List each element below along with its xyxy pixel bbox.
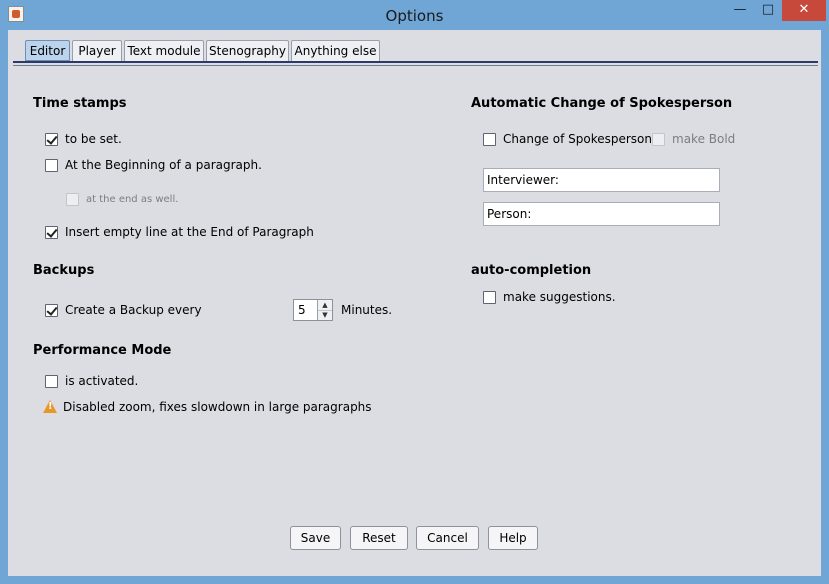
- create-backup-label: Create a Backup every: [65, 303, 202, 317]
- tab-stenography[interactable]: Stenography: [206, 40, 289, 61]
- insert-empty-line-option[interactable]: Insert empty line at the End of Paragrap…: [45, 224, 314, 240]
- change-spokesperson-checkbox[interactable]: [483, 132, 496, 146]
- is-activated-option[interactable]: is activated.: [45, 373, 138, 389]
- person-field[interactable]: Person:: [483, 202, 720, 226]
- dialog-content: Editor Player Text module Stenography An…: [8, 30, 821, 576]
- beginning-paragraph-label: At the Beginning of a paragraph.: [65, 158, 262, 172]
- to-be-set-option[interactable]: to be set.: [45, 131, 122, 147]
- spinner-arrows: ▲ ▼: [317, 300, 332, 320]
- warning-icon: [43, 400, 58, 414]
- change-spokesperson-label: Change of Spokesperson: [503, 132, 653, 146]
- tab-divider-secondary: [13, 65, 818, 66]
- end-as-well-label: at the end as well.: [86, 193, 179, 205]
- make-bold-checkbox: [652, 132, 665, 146]
- tab-player[interactable]: Player: [72, 40, 122, 61]
- performance-mode-heading: Performance Mode: [33, 343, 172, 358]
- tab-anything-else[interactable]: Anything else: [291, 40, 380, 61]
- make-bold-label: make Bold: [672, 132, 736, 146]
- window-title: Options: [385, 7, 444, 25]
- create-backup-option[interactable]: Create a Backup every: [45, 302, 202, 318]
- make-bold-option: make Bold: [652, 131, 735, 147]
- beginning-paragraph-checkbox[interactable]: [45, 158, 58, 172]
- change-spokesperson-option[interactable]: Change of Spokesperson: [483, 131, 652, 147]
- minimize-button[interactable]: —: [727, 0, 753, 21]
- spokesperson-heading: Automatic Change of Spokesperson: [471, 96, 733, 111]
- backup-minutes-spinner[interactable]: 5 ▲ ▼: [293, 299, 333, 321]
- tab-divider: [13, 61, 818, 63]
- create-backup-checkbox[interactable]: [45, 303, 58, 317]
- help-button[interactable]: Help: [488, 526, 538, 550]
- performance-warning-text: Disabled zoom, fixes slowdown in large p…: [63, 400, 372, 414]
- time-stamps-heading: Time stamps: [33, 96, 127, 111]
- auto-completion-heading: auto-completion: [471, 263, 592, 278]
- beginning-paragraph-option[interactable]: At the Beginning of a paragraph.: [45, 157, 262, 173]
- minutes-label: Minutes.: [341, 303, 393, 317]
- options-window: Options — □ ✕ Editor Player Text module …: [0, 0, 829, 584]
- tab-editor[interactable]: Editor: [25, 40, 70, 61]
- insert-empty-line-checkbox[interactable]: [45, 225, 58, 239]
- backup-minutes-value[interactable]: 5: [298, 303, 306, 317]
- insert-empty-line-label: Insert empty line at the End of Paragrap…: [65, 225, 314, 239]
- cancel-button[interactable]: Cancel: [416, 526, 479, 550]
- close-button[interactable]: ✕: [782, 0, 826, 21]
- end-as-well-checkbox: [66, 192, 79, 206]
- make-suggestions-option[interactable]: make suggestions.: [483, 289, 616, 305]
- is-activated-label: is activated.: [65, 374, 139, 388]
- to-be-set-label: to be set.: [65, 132, 122, 146]
- end-as-well-option: at the end as well.: [66, 191, 178, 207]
- title-bar[interactable]: Options — □ ✕: [0, 0, 829, 30]
- make-suggestions-checkbox[interactable]: [483, 290, 496, 304]
- reset-button[interactable]: Reset: [350, 526, 408, 550]
- spinner-down-icon[interactable]: ▼: [318, 310, 332, 320]
- backups-heading: Backups: [33, 263, 95, 278]
- performance-warning: Disabled zoom, fixes slowdown in large p…: [43, 399, 372, 415]
- save-button[interactable]: Save: [290, 526, 341, 550]
- to-be-set-checkbox[interactable]: [45, 132, 58, 146]
- interviewer-field[interactable]: Interviewer:: [483, 168, 720, 192]
- maximize-button[interactable]: □: [755, 0, 781, 21]
- is-activated-checkbox[interactable]: [45, 374, 58, 388]
- make-suggestions-label: make suggestions.: [503, 290, 616, 304]
- tab-text-module[interactable]: Text module: [124, 40, 204, 61]
